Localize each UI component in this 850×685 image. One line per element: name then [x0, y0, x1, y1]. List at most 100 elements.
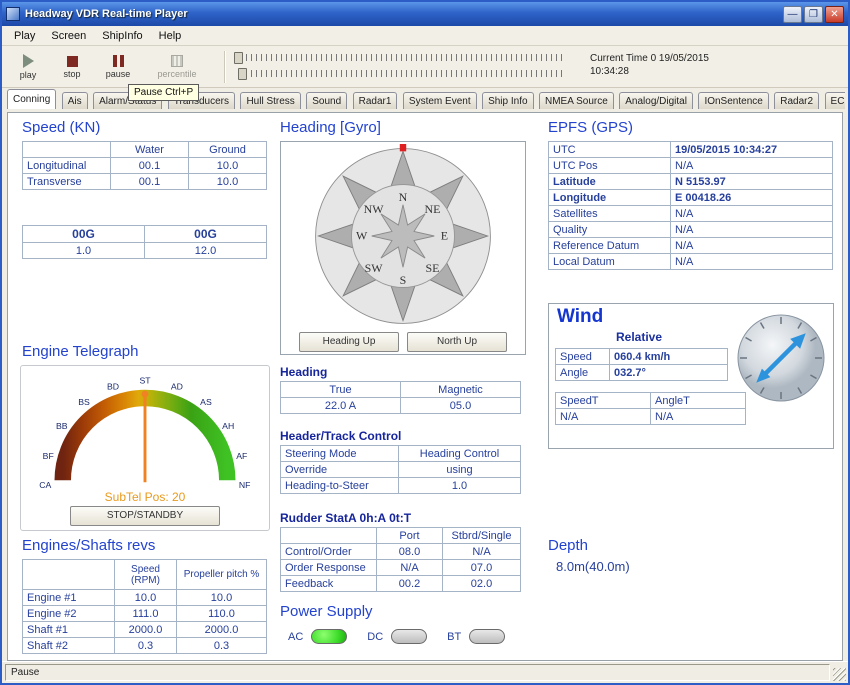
close-button[interactable]: ✕: [825, 6, 844, 23]
cell: N/A: [651, 409, 746, 425]
table-row: Reference Datum N/A: [549, 238, 833, 254]
gyro-compass-panel: N NE E SE S SW W NW Heading Up North Up: [280, 141, 526, 355]
play-button[interactable]: play: [8, 49, 48, 85]
wind-title: Wind: [557, 306, 603, 328]
table-row: Override using: [281, 462, 521, 478]
telegraph-needle-knob: [142, 391, 149, 398]
table-row: Speed 060.4 km/h: [556, 349, 728, 365]
time-slider-ticks: [246, 54, 564, 61]
cell: Engine #1: [23, 590, 115, 606]
speed-table: Water Ground Longitudinal 00.1 10.0 Tran…: [22, 141, 267, 190]
tab-sound[interactable]: Sound: [306, 92, 347, 109]
table-row: Longitudinal 00.1 10.0: [23, 158, 267, 174]
conning-page: Speed (KN) Water Ground Longitudinal 00.…: [7, 112, 843, 661]
current-time-date: Current Time 0 19/05/2015: [590, 52, 709, 65]
tab-ship-info[interactable]: Ship Info: [482, 92, 533, 109]
telegraph-label: BD: [107, 381, 119, 391]
cell: 10.0: [189, 174, 267, 190]
title-bar: Headway VDR Real-time Player — ❐ ✕: [2, 2, 848, 26]
compass-rose: N NE E SE S SW W NW: [311, 144, 495, 328]
speed-title: Speed (KN): [22, 119, 100, 136]
seek-slider-thumb[interactable]: [238, 68, 247, 80]
cell: using: [399, 462, 521, 478]
tab-radar2[interactable]: Radar2: [774, 92, 819, 109]
menu-shipinfo[interactable]: ShipInfo: [94, 28, 150, 44]
telegraph-label: BB: [56, 421, 68, 431]
maximize-button[interactable]: ❐: [804, 6, 823, 23]
track-control-table: Steering Mode Heading Control Override u…: [280, 445, 521, 494]
menu-help[interactable]: Help: [151, 28, 190, 44]
heading-gyro-title: Heading [Gyro]: [280, 119, 381, 136]
cell: 2000.0: [177, 622, 267, 638]
tab-ecdis1[interactable]: ECDIS1: [825, 92, 845, 109]
cell: E 00418.26: [671, 190, 833, 206]
cell: Angle: [556, 365, 610, 381]
stop-standby-button[interactable]: STOP/STANDBY: [70, 506, 220, 526]
cell: Latitude: [549, 174, 671, 190]
cell: Shaft #1: [23, 622, 115, 638]
compass-point: SE: [425, 261, 439, 275]
rudder-table: Port Stbrd/Single Control/Order 08.0 N/A…: [280, 527, 521, 592]
tab-conning[interactable]: Conning: [7, 89, 56, 109]
table-row: Speed (RPM) Propeller pitch %: [23, 560, 267, 590]
menu-play[interactable]: Play: [6, 28, 43, 44]
table-row: Local Datum N/A: [549, 254, 833, 270]
resize-grip[interactable]: [833, 668, 846, 681]
engine-telegraph-title: Engine Telegraph: [22, 343, 138, 360]
toolbar: play stop pause percentile Current Time …: [2, 46, 848, 88]
power-dc-label: DC: [367, 631, 383, 643]
percentile-icon: [171, 55, 183, 67]
compass-point: NE: [424, 202, 440, 216]
cell: 00G: [145, 226, 267, 243]
cell: Satellites: [549, 206, 671, 222]
window-title: Headway VDR Real-time Player: [25, 8, 783, 20]
cell: Port: [377, 528, 443, 544]
cell: Speed (RPM): [115, 560, 177, 590]
telegraph-label: AS: [200, 397, 212, 407]
cell: Quality: [549, 222, 671, 238]
tab-radar1[interactable]: Radar1: [353, 92, 398, 109]
pause-button[interactable]: pause: [98, 49, 138, 85]
cell: Transverse: [23, 174, 111, 190]
compass-point: S: [400, 273, 407, 287]
time-slider-thumb[interactable]: [234, 52, 243, 64]
cell: 02.0: [443, 576, 521, 592]
seek-slider[interactable]: [234, 68, 564, 80]
cell: Speed: [556, 349, 610, 365]
epfs-title: EPFS (GPS): [548, 119, 633, 136]
pause-label: pause: [106, 69, 131, 79]
cell: N/A: [671, 238, 833, 254]
telegraph-label: BF: [43, 451, 54, 461]
depth-title: Depth: [548, 537, 588, 554]
tab-analog-digital[interactable]: Analog/Digital: [619, 92, 693, 109]
north-up-button[interactable]: North Up: [407, 332, 507, 352]
table-row: 1.0 12.0: [23, 243, 267, 259]
cell: Ground: [189, 142, 267, 158]
stop-button[interactable]: stop: [52, 49, 92, 85]
cell: Control/Order: [281, 544, 377, 560]
tab-system-event[interactable]: System Event: [403, 92, 477, 109]
heading-up-button[interactable]: Heading Up: [299, 332, 399, 352]
percentile-label: percentile: [157, 69, 196, 79]
table-row: True Magnetic: [281, 382, 521, 398]
table-row: Satellites N/A: [549, 206, 833, 222]
tab-ionsentence[interactable]: IOnSentence: [698, 92, 768, 109]
tab-ais[interactable]: Ais: [62, 92, 88, 109]
time-slider[interactable]: [234, 52, 564, 64]
cell: N/A: [556, 409, 651, 425]
table-row: Transverse 00.1 10.0: [23, 174, 267, 190]
compass-point: NW: [364, 202, 385, 216]
tab-hull-stress[interactable]: Hull Stress: [240, 92, 300, 109]
minimize-button[interactable]: —: [783, 6, 802, 23]
menu-screen[interactable]: Screen: [43, 28, 94, 44]
compass-point: N: [399, 190, 408, 204]
cell: Stbrd/Single: [443, 528, 521, 544]
compass-point: W: [356, 229, 368, 243]
tab-nmea-source[interactable]: NMEA Source: [539, 92, 614, 109]
table-row: Quality N/A: [549, 222, 833, 238]
status-bar: Pause: [2, 661, 848, 683]
percentile-button[interactable]: percentile: [150, 49, 204, 85]
cell: Feedback: [281, 576, 377, 592]
table-row: Heading-to-Steer 1.0: [281, 478, 521, 494]
cell: 00G: [23, 226, 145, 243]
